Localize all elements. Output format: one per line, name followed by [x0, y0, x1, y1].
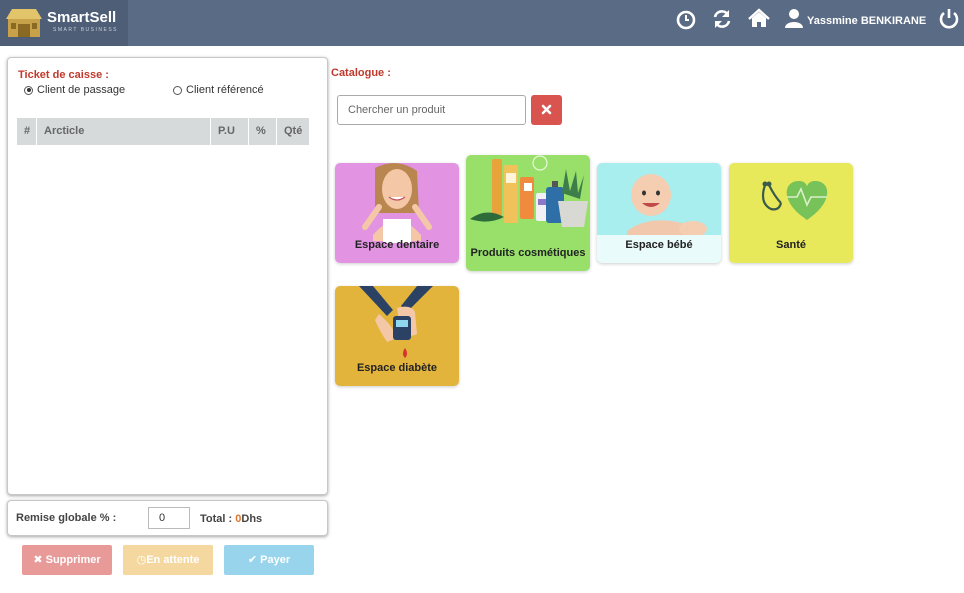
shop-logo-icon	[6, 9, 42, 37]
user-name[interactable]: Yassmine BENKIRANE	[807, 15, 926, 27]
col-article: Arcticle	[37, 118, 211, 145]
radio-client-passage[interactable]: Client de passage	[24, 84, 125, 96]
delete-x-icon: ✖	[33, 554, 43, 566]
pay-label: Payer	[260, 554, 291, 566]
on-hold-label: En attente	[146, 554, 200, 566]
category-card-baby[interactable]: Espace bébé	[597, 163, 721, 263]
col-percent: %	[249, 118, 277, 145]
history-clock-icon[interactable]	[675, 9, 697, 31]
top-bar: SmartSell SMART BUSINESS Yassmine BENKIR…	[0, 0, 964, 46]
on-hold-button[interactable]: ◷En attente	[123, 545, 213, 575]
radio-client-reference[interactable]: Client référencé	[173, 84, 264, 96]
category-card-cosmetics[interactable]: Produits cosmétiques	[466, 155, 590, 271]
radio-passage-dot[interactable]	[24, 85, 33, 95]
clear-search-button[interactable]	[531, 95, 562, 125]
product-search-input[interactable]	[337, 95, 526, 125]
delete-button[interactable]: ✖ Supprimer	[22, 545, 112, 575]
pay-button[interactable]: ✔ Payer	[224, 545, 314, 575]
close-icon	[541, 104, 552, 115]
catalogue-title: Catalogue :	[331, 67, 391, 79]
radio-reference-dot[interactable]	[173, 85, 182, 95]
power-logout-icon[interactable]	[938, 7, 960, 29]
discount-input[interactable]	[148, 507, 190, 529]
category-label: Espace bébé	[625, 239, 693, 251]
refresh-icon[interactable]	[711, 8, 733, 30]
col-unit-price: P.U	[211, 118, 249, 145]
total-unit: Dhs	[241, 513, 263, 525]
category-card-health[interactable]: Santé	[729, 163, 853, 263]
category-card-dental[interactable]: Espace dentaire	[335, 163, 459, 263]
category-card-diabetes[interactable]: Espace diabète	[335, 286, 459, 386]
check-circle-icon: ✔	[247, 554, 258, 566]
total-display: Total : 0Dhs	[200, 513, 262, 525]
col-number: #	[17, 118, 37, 145]
ticket-title: Ticket de caisse :	[18, 69, 109, 81]
delete-label: Supprimer	[45, 554, 101, 566]
clock-icon: ◷	[136, 554, 147, 566]
discount-total-panel: Remise globale % : Total : 0Dhs	[7, 500, 328, 536]
brand-name: SmartSell	[47, 9, 117, 26]
radio-passage-label: Client de passage	[37, 84, 126, 96]
user-icon	[785, 9, 803, 28]
brand[interactable]: SmartSell SMART BUSINESS	[0, 0, 128, 46]
category-label: Espace diabète	[356, 362, 438, 374]
col-quantity: Qté	[284, 125, 303, 137]
ticket-panel: Ticket de caisse : Client de passage Cli…	[7, 57, 328, 495]
category-label: Espace dentaire	[354, 239, 440, 251]
home-icon[interactable]	[748, 8, 770, 30]
category-label: Produits cosmétiques	[470, 247, 586, 259]
category-label: Santé	[776, 239, 806, 251]
radio-reference-label: Client référencé	[186, 84, 264, 96]
ticket-table-header: # Arcticle P.U % Qté	[17, 118, 309, 145]
brand-tagline: SMART BUSINESS	[53, 27, 118, 33]
discount-label: Remise globale % :	[16, 512, 117, 524]
total-label: Total :	[200, 513, 233, 525]
